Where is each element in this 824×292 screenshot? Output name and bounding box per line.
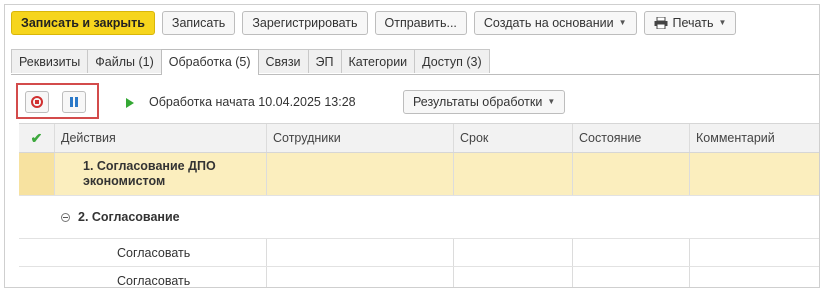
chevron-down-icon: ▼	[718, 18, 727, 27]
column-header-comment[interactable]: Комментарий	[690, 124, 819, 152]
process-status: Обработка начата 10.04.2025 13:28	[149, 95, 356, 109]
save-label: Записать	[171, 16, 226, 30]
tab-bar: Реквизиты Файлы (1) Обработка (5) Связи …	[11, 49, 819, 75]
table-header: ✔ Действия Сотрудники Срок Состояние Ком…	[19, 123, 819, 153]
register-label: Зарегистрировать	[252, 16, 358, 30]
action-title: 1. Согласование ДПО экономистом	[83, 159, 216, 188]
send-button[interactable]: Отправить...	[374, 11, 467, 35]
check-icon: ✔	[30, 129, 43, 146]
state-cell	[573, 153, 690, 195]
document-form: Записать и закрыть Записать Зарегистриро…	[4, 4, 820, 288]
processing-results-button[interactable]: Результаты обработки ▼	[403, 90, 566, 114]
save-button[interactable]: Записать	[161, 11, 236, 35]
action-title: Согласовать	[117, 245, 191, 260]
column-header-actions[interactable]: Действия	[55, 124, 267, 152]
tab-requisites[interactable]: Реквизиты	[11, 49, 89, 73]
action-title: Согласовать	[117, 273, 191, 288]
create-based-label: Создать на основании	[483, 16, 614, 30]
results-label: Результаты обработки	[413, 95, 543, 109]
processing-table: ✔ Действия Сотрудники Срок Состояние Ком…	[19, 123, 819, 288]
save-and-close-label: Записать и закрыть	[21, 16, 145, 30]
tab-processing[interactable]: Обработка (5)	[160, 49, 259, 75]
stop-button[interactable]	[25, 91, 49, 113]
collapse-icon[interactable]	[61, 212, 70, 222]
check-column-header: ✔	[19, 124, 55, 152]
comment-cell	[690, 153, 819, 195]
column-header-employees[interactable]: Сотрудники	[267, 124, 454, 152]
printer-icon	[654, 17, 668, 29]
table-row[interactable]: Согласовать	[19, 267, 819, 288]
employee-cell	[267, 153, 454, 195]
stop-icon	[31, 96, 43, 108]
table-row[interactable]: 2. Согласование	[19, 196, 819, 239]
print-label: Печать	[672, 16, 714, 30]
tab-digital-signature[interactable]: ЭП	[307, 49, 342, 73]
chevron-down-icon: ▼	[618, 18, 627, 27]
column-header-deadline[interactable]: Срок	[454, 124, 573, 152]
deadline-cell	[454, 153, 573, 195]
table-row[interactable]: 1. Согласование ДПО экономистом	[19, 153, 819, 196]
save-and-close-button[interactable]: Записать и закрыть	[11, 11, 155, 35]
tab-files[interactable]: Файлы (1)	[87, 49, 162, 73]
tab-links[interactable]: Связи	[257, 49, 309, 73]
pause-icon	[70, 97, 78, 107]
play-icon	[126, 98, 134, 108]
tab-categories[interactable]: Категории	[340, 49, 416, 73]
column-header-state[interactable]: Состояние	[573, 124, 690, 152]
create-based-on-button[interactable]: Создать на основании ▼	[473, 11, 637, 35]
action-title: 2. Согласование	[78, 209, 180, 224]
chevron-down-icon: ▼	[547, 97, 556, 106]
table-row[interactable]: Согласовать	[19, 239, 819, 267]
register-button[interactable]: Зарегистрировать	[242, 11, 368, 35]
tab-access[interactable]: Доступ (3)	[414, 49, 490, 73]
print-button[interactable]: Печать ▼	[643, 11, 737, 35]
command-bar: Записать и закрыть Записать Зарегистриро…	[11, 11, 737, 37]
pause-button[interactable]	[62, 91, 86, 113]
send-label: Отправить...	[384, 16, 457, 30]
